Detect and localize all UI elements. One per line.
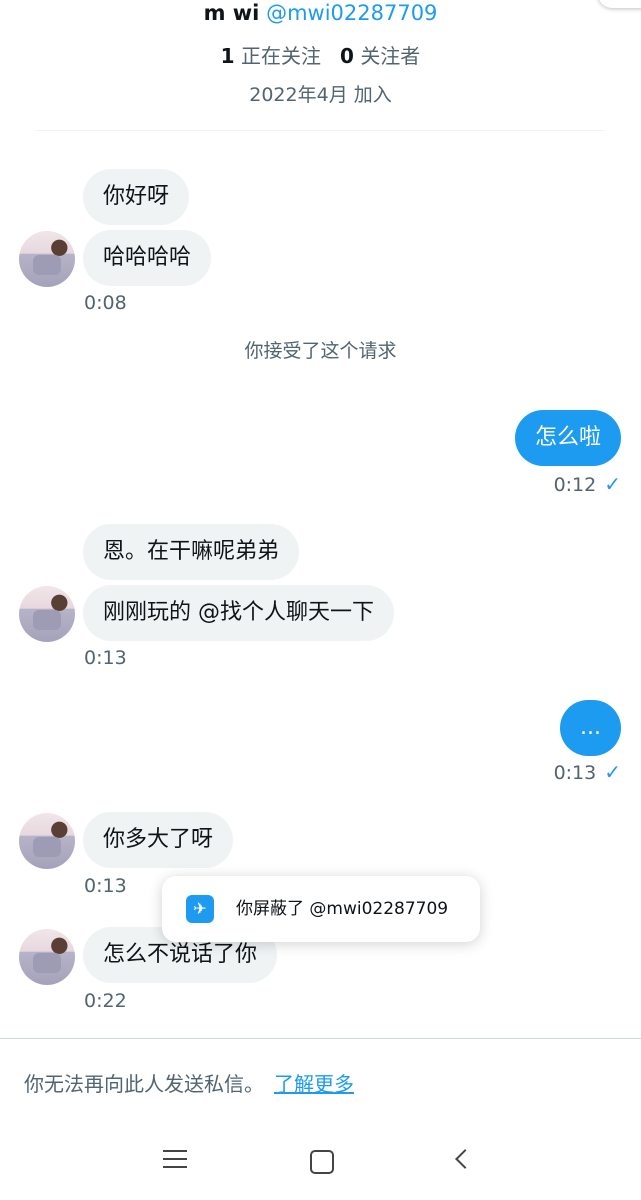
system-nav-bar (0, 1120, 641, 1200)
message-timestamp-outgoing: 0:12 ✓ (554, 472, 621, 496)
message-incoming[interactable]: 你好呀 (83, 169, 190, 225)
avatar[interactable] (19, 929, 75, 985)
following-label[interactable]: 正在关注 (241, 44, 321, 68)
message-timestamp-outgoing: 0:13 ✓ (554, 760, 621, 784)
following-count: 1 (220, 44, 235, 68)
footer-divider (0, 1038, 641, 1039)
message-incoming[interactable]: 恩。在干嘛呢弟弟 (83, 524, 300, 580)
toast-text: 你屏蔽了 @mwi02287709 (236, 899, 449, 919)
message-timestamp: 0:22 (84, 990, 127, 1012)
system-message: 你接受了这个请求 (244, 340, 397, 362)
message-timestamp: 0:13 (84, 647, 127, 669)
message-incoming[interactable]: 你多大了呀 (83, 812, 234, 868)
message-timestamp: 0:13 (84, 875, 127, 897)
message-outgoing[interactable]: 怎么啦 (514, 410, 621, 466)
home-icon[interactable] (310, 1150, 334, 1174)
sent-check-icon: ✓ (604, 472, 621, 496)
avatar[interactable] (19, 586, 75, 642)
learn-more-link[interactable]: 了解更多 (274, 1072, 354, 1096)
followers-count: 0 (340, 44, 354, 68)
timestamp-text: 0:12 (553, 474, 597, 496)
follow-stats: 1 正在关注 0 关注者 (0, 40, 641, 69)
timestamp-text: 0:13 (553, 762, 597, 784)
message-incoming[interactable]: 刚刚玩的 @找个人聊天一下 (83, 585, 394, 641)
followers-label[interactable]: 关注者 (360, 44, 420, 68)
avatar[interactable] (19, 231, 75, 287)
profile-header: m wi @mwi02287709 (0, 0, 641, 26)
twitter-bird-icon: ✈ (186, 895, 214, 923)
header-divider (35, 130, 605, 131)
back-icon[interactable] (455, 1149, 475, 1169)
blocked-toast: ✈ 你屏蔽了 @mwi02287709 (162, 876, 480, 942)
message-incoming[interactable]: 哈哈哈哈 (83, 230, 212, 286)
menu-icon[interactable] (163, 1150, 187, 1170)
profile-handle[interactable]: @mwi02287709 (266, 1, 437, 25)
joined-date: 2022年4月 加入 (249, 84, 392, 106)
blocked-notice: 你无法再向此人发送私信。 了解更多 (24, 1068, 354, 1097)
avatar[interactable] (19, 813, 75, 869)
blocked-notice-text: 你无法再向此人发送私信。 (24, 1072, 264, 1096)
message-outgoing[interactable]: ... (560, 700, 621, 756)
sent-check-icon: ✓ (604, 760, 621, 784)
message-timestamp: 0:08 (84, 292, 127, 314)
profile-name: m wi (203, 1, 260, 25)
